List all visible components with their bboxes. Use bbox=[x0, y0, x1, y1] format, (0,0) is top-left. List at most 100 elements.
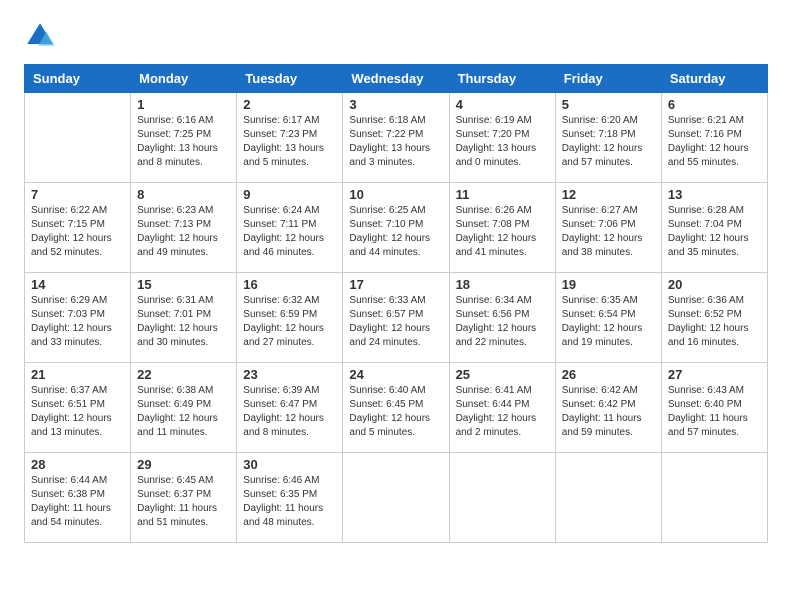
day-info: Sunrise: 6:20 AM Sunset: 7:18 PM Dayligh… bbox=[562, 114, 655, 170]
calendar-cell: 11 Sunrise: 6:26 AM Sunset: 7:08 PM Dayli… bbox=[449, 183, 555, 273]
day-number: 10 bbox=[349, 187, 442, 202]
day-number: 25 bbox=[456, 367, 549, 382]
calendar-cell: 14 Sunrise: 6:29 AM Sunset: 7:03 PM Dayli… bbox=[25, 273, 131, 363]
calendar-cell: 2 Sunrise: 6:17 AM Sunset: 7:23 PM Daylig… bbox=[237, 93, 343, 183]
header-friday: Friday bbox=[555, 65, 661, 93]
day-number: 28 bbox=[31, 457, 124, 472]
day-info: Sunrise: 6:17 AM Sunset: 7:23 PM Dayligh… bbox=[243, 114, 336, 170]
day-info: Sunrise: 6:33 AM Sunset: 6:57 PM Dayligh… bbox=[349, 294, 442, 350]
week-row-4: 28 Sunrise: 6:44 AM Sunset: 6:38 PM Dayli… bbox=[25, 453, 768, 543]
day-info: Sunrise: 6:28 AM Sunset: 7:04 PM Dayligh… bbox=[668, 204, 761, 260]
day-info: Sunrise: 6:21 AM Sunset: 7:16 PM Dayligh… bbox=[668, 114, 761, 170]
header-row: SundayMondayTuesdayWednesdayThursdayFrid… bbox=[25, 65, 768, 93]
calendar-cell: 3 Sunrise: 6:18 AM Sunset: 7:22 PM Daylig… bbox=[343, 93, 449, 183]
day-info: Sunrise: 6:18 AM Sunset: 7:22 PM Dayligh… bbox=[349, 114, 442, 170]
calendar-cell: 1 Sunrise: 6:16 AM Sunset: 7:25 PM Daylig… bbox=[131, 93, 237, 183]
day-info: Sunrise: 6:43 AM Sunset: 6:40 PM Dayligh… bbox=[668, 384, 761, 440]
calendar-cell bbox=[555, 453, 661, 543]
calendar-cell: 13 Sunrise: 6:28 AM Sunset: 7:04 PM Dayli… bbox=[661, 183, 767, 273]
calendar-cell: 6 Sunrise: 6:21 AM Sunset: 7:16 PM Daylig… bbox=[661, 93, 767, 183]
calendar-cell: 30 Sunrise: 6:46 AM Sunset: 6:35 PM Dayli… bbox=[237, 453, 343, 543]
day-number: 27 bbox=[668, 367, 761, 382]
day-info: Sunrise: 6:40 AM Sunset: 6:45 PM Dayligh… bbox=[349, 384, 442, 440]
week-row-1: 7Sunrise: 6:22 AM Sunset: 7:15 PM Daylig… bbox=[25, 183, 768, 273]
week-row-0: 1 Sunrise: 6:16 AM Sunset: 7:25 PM Daylig… bbox=[25, 93, 768, 183]
day-info: Sunrise: 6:16 AM Sunset: 7:25 PM Dayligh… bbox=[137, 114, 230, 170]
calendar-table: SundayMondayTuesdayWednesdayThursdayFrid… bbox=[24, 64, 768, 543]
calendar-cell bbox=[25, 93, 131, 183]
day-info: Sunrise: 6:42 AM Sunset: 6:42 PM Dayligh… bbox=[562, 384, 655, 440]
calendar-cell: 27 Sunrise: 6:43 AM Sunset: 6:40 PM Dayli… bbox=[661, 363, 767, 453]
day-number: 23 bbox=[243, 367, 336, 382]
logo-icon bbox=[24, 20, 56, 52]
day-info: Sunrise: 6:38 AM Sunset: 6:49 PM Dayligh… bbox=[137, 384, 230, 440]
header-wednesday: Wednesday bbox=[343, 65, 449, 93]
day-number: 29 bbox=[137, 457, 230, 472]
week-row-2: 14 Sunrise: 6:29 AM Sunset: 7:03 PM Dayli… bbox=[25, 273, 768, 363]
header bbox=[24, 20, 768, 52]
calendar-cell: 15Sunrise: 6:31 AM Sunset: 7:01 PM Dayli… bbox=[131, 273, 237, 363]
day-number: 16 bbox=[243, 277, 336, 292]
calendar-cell: 17Sunrise: 6:33 AM Sunset: 6:57 PM Dayli… bbox=[343, 273, 449, 363]
day-number: 12 bbox=[562, 187, 655, 202]
calendar-cell: 25 Sunrise: 6:41 AM Sunset: 6:44 PM Dayli… bbox=[449, 363, 555, 453]
day-number: 14 bbox=[31, 277, 124, 292]
day-info: Sunrise: 6:23 AM Sunset: 7:13 PM Dayligh… bbox=[137, 204, 230, 260]
day-info: Sunrise: 6:41 AM Sunset: 6:44 PM Dayligh… bbox=[456, 384, 549, 440]
day-number: 5 bbox=[562, 97, 655, 112]
calendar-cell: 4Sunrise: 6:19 AM Sunset: 7:20 PM Daylig… bbox=[449, 93, 555, 183]
logo bbox=[24, 20, 60, 52]
calendar-cell: 28 Sunrise: 6:44 AM Sunset: 6:38 PM Dayli… bbox=[25, 453, 131, 543]
day-number: 24 bbox=[349, 367, 442, 382]
day-number: 2 bbox=[243, 97, 336, 112]
day-info: Sunrise: 6:35 AM Sunset: 6:54 PM Dayligh… bbox=[562, 294, 655, 350]
calendar-header: SundayMondayTuesdayWednesdayThursdayFrid… bbox=[25, 65, 768, 93]
day-info: Sunrise: 6:25 AM Sunset: 7:10 PM Dayligh… bbox=[349, 204, 442, 260]
day-number: 3 bbox=[349, 97, 442, 112]
day-info: Sunrise: 6:37 AM Sunset: 6:51 PM Dayligh… bbox=[31, 384, 124, 440]
day-number: 22 bbox=[137, 367, 230, 382]
day-number: 18 bbox=[456, 277, 549, 292]
calendar-cell: 23Sunrise: 6:39 AM Sunset: 6:47 PM Dayli… bbox=[237, 363, 343, 453]
calendar-body: 1 Sunrise: 6:16 AM Sunset: 7:25 PM Daylig… bbox=[25, 93, 768, 543]
day-number: 26 bbox=[562, 367, 655, 382]
header-thursday: Thursday bbox=[449, 65, 555, 93]
day-info: Sunrise: 6:44 AM Sunset: 6:38 PM Dayligh… bbox=[31, 474, 124, 530]
calendar-cell: 26 Sunrise: 6:42 AM Sunset: 6:42 PM Dayli… bbox=[555, 363, 661, 453]
calendar-cell: 24 Sunrise: 6:40 AM Sunset: 6:45 PM Dayli… bbox=[343, 363, 449, 453]
header-tuesday: Tuesday bbox=[237, 65, 343, 93]
day-info: Sunrise: 6:29 AM Sunset: 7:03 PM Dayligh… bbox=[31, 294, 124, 350]
calendar-cell bbox=[343, 453, 449, 543]
day-info: Sunrise: 6:46 AM Sunset: 6:35 PM Dayligh… bbox=[243, 474, 336, 530]
calendar-cell: 8 Sunrise: 6:23 AM Sunset: 7:13 PM Daylig… bbox=[131, 183, 237, 273]
day-number: 11 bbox=[456, 187, 549, 202]
calendar-cell: 9Sunrise: 6:24 AM Sunset: 7:11 PM Daylig… bbox=[237, 183, 343, 273]
calendar-cell: 16 Sunrise: 6:32 AM Sunset: 6:59 PM Dayli… bbox=[237, 273, 343, 363]
day-number: 6 bbox=[668, 97, 761, 112]
day-info: Sunrise: 6:27 AM Sunset: 7:06 PM Dayligh… bbox=[562, 204, 655, 260]
calendar-cell bbox=[449, 453, 555, 543]
day-number: 1 bbox=[137, 97, 230, 112]
day-number: 19 bbox=[562, 277, 655, 292]
day-info: Sunrise: 6:32 AM Sunset: 6:59 PM Dayligh… bbox=[243, 294, 336, 350]
day-number: 13 bbox=[668, 187, 761, 202]
calendar-cell: 7Sunrise: 6:22 AM Sunset: 7:15 PM Daylig… bbox=[25, 183, 131, 273]
calendar-cell: 21 Sunrise: 6:37 AM Sunset: 6:51 PM Dayli… bbox=[25, 363, 131, 453]
day-info: Sunrise: 6:36 AM Sunset: 6:52 PM Dayligh… bbox=[668, 294, 761, 350]
day-number: 15 bbox=[137, 277, 230, 292]
day-number: 20 bbox=[668, 277, 761, 292]
calendar-cell: 20 Sunrise: 6:36 AM Sunset: 6:52 PM Dayli… bbox=[661, 273, 767, 363]
header-saturday: Saturday bbox=[661, 65, 767, 93]
day-number: 4 bbox=[456, 97, 549, 112]
day-number: 30 bbox=[243, 457, 336, 472]
calendar-cell: 18 Sunrise: 6:34 AM Sunset: 6:56 PM Dayli… bbox=[449, 273, 555, 363]
calendar-cell: 10 Sunrise: 6:25 AM Sunset: 7:10 PM Dayli… bbox=[343, 183, 449, 273]
day-info: Sunrise: 6:34 AM Sunset: 6:56 PM Dayligh… bbox=[456, 294, 549, 350]
day-number: 8 bbox=[137, 187, 230, 202]
calendar-cell: 22 Sunrise: 6:38 AM Sunset: 6:49 PM Dayli… bbox=[131, 363, 237, 453]
day-info: Sunrise: 6:22 AM Sunset: 7:15 PM Dayligh… bbox=[31, 204, 124, 260]
day-number: 21 bbox=[31, 367, 124, 382]
day-info: Sunrise: 6:24 AM Sunset: 7:11 PM Dayligh… bbox=[243, 204, 336, 260]
day-info: Sunrise: 6:26 AM Sunset: 7:08 PM Dayligh… bbox=[456, 204, 549, 260]
header-sunday: Sunday bbox=[25, 65, 131, 93]
